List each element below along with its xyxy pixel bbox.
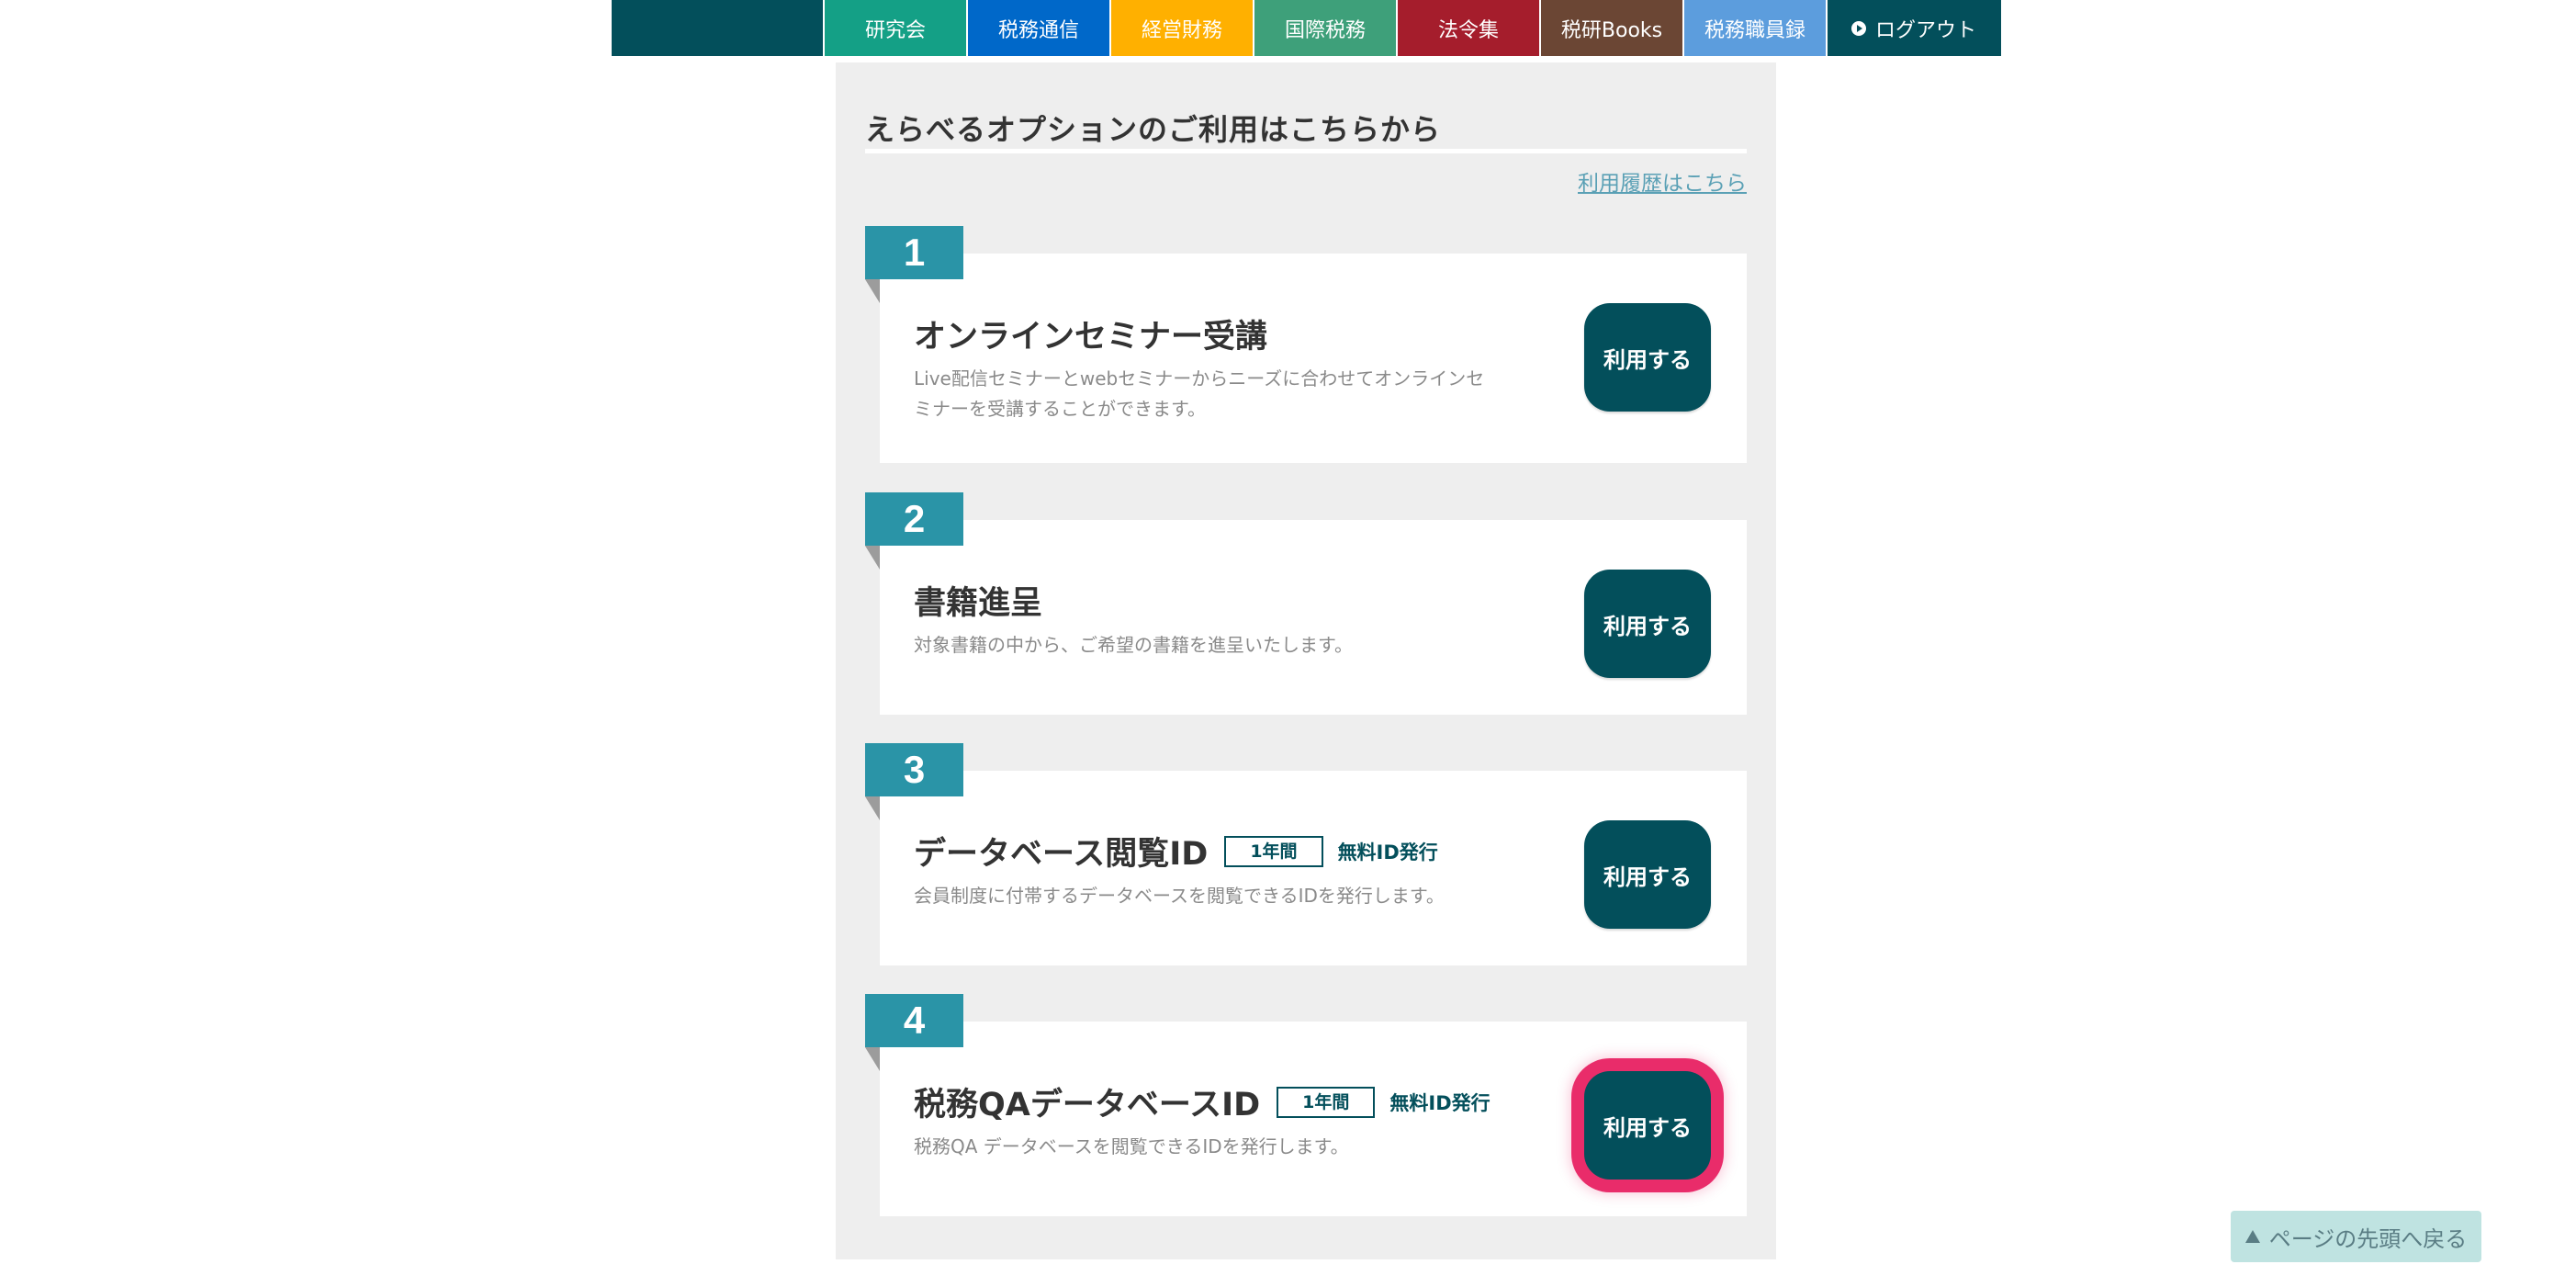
ribbon-fold <box>865 1047 880 1071</box>
nav-tab-zeiken-books[interactable]: 税研Books <box>1539 0 1682 56</box>
nav-tabs: 研究会 税務通信 経営財務 国際税務 法令集 税研Books 税務職員録 ログア… <box>823 0 2000 56</box>
option-card: データベース閲覧ID 1年間 無料ID発行 会員制度に付帯するデータベースを閲覧… <box>880 771 1747 965</box>
use-button-database-id[interactable]: 利用する <box>1584 820 1711 929</box>
option-title-text: データベース閲覧ID <box>914 836 1209 873</box>
option-book-gift: 書籍進呈 対象書籍の中から、ご希望の書籍を進呈いたします。 利用する 2 <box>865 492 1747 717</box>
play-circle-icon <box>1850 20 1866 36</box>
nav-tab-zeimu-tsushin[interactable]: 税務通信 <box>966 0 1109 56</box>
option-number: 4 <box>865 994 963 1047</box>
nav-tab-zeimu-shokuinroku[interactable]: 税務職員録 <box>1682 0 1826 56</box>
arrow-up-icon <box>2244 1230 2260 1243</box>
option-database-id: データベース閲覧ID 1年間 無料ID発行 会員制度に付帯するデータベースを閲覧… <box>865 743 1747 967</box>
free-id-badge: 無料ID発行 <box>1337 841 1438 864</box>
option-title-text: 税務QAデータベースID <box>914 1087 1261 1123</box>
ribbon-fold <box>865 796 880 820</box>
option-number: 3 <box>865 743 963 796</box>
option-description: 税務QA データベースを閲覧できるIDを発行します。 <box>914 1135 1349 1157</box>
brand-area <box>612 0 823 56</box>
use-button-tax-qa-database-id[interactable]: 利用する <box>1584 1071 1711 1180</box>
ribbon-fold <box>865 279 880 303</box>
option-description: 対象書籍の中から、ご希望の書籍を進呈いたします。 <box>914 634 1353 656</box>
usage-history-link[interactable]: 利用履歴はこちら <box>1578 165 1747 197</box>
top-navigation: 研究会 税務通信 経営財務 国際税務 法令集 税研Books 税務職員録 ログア… <box>612 0 2001 56</box>
title-divider <box>865 149 1747 153</box>
free-id-badge: 無料ID発行 <box>1389 1091 1490 1114</box>
option-card: 書籍進呈 対象書籍の中から、ご希望の書籍を進呈いたします。 利用する <box>880 520 1747 715</box>
option-card: オンラインセミナー受講 Live配信セミナーとwebセミナーからニーズに合わせて… <box>880 254 1747 463</box>
nav-tab-kokusai-zeimu[interactable]: 国際税務 <box>1253 0 1396 56</box>
use-button-online-seminar[interactable]: 利用する <box>1584 303 1711 412</box>
option-title: 税務QAデータベースID 1年間 無料ID発行 <box>914 1078 1490 1125</box>
option-description: Live配信セミナーとwebセミナーからニーズに合わせてオンラインセミナーを受講… <box>914 367 1485 420</box>
page-title: えらべるオプションのご利用はこちらから <box>865 112 1442 147</box>
option-description: 会員制度に付帯するデータベースを閲覧できるIDを発行します。 <box>914 885 1445 907</box>
period-badge: 1年間 <box>1224 835 1323 867</box>
option-number: 1 <box>865 226 963 279</box>
option-number: 2 <box>865 492 963 546</box>
logout-button[interactable]: ログアウト <box>1826 0 2000 56</box>
option-title: データベース閲覧ID 1年間 無料ID発行 <box>914 828 1438 875</box>
option-title: 書籍進呈 <box>914 585 1043 622</box>
logout-label: ログアウト <box>1874 18 1976 42</box>
use-button-book-gift[interactable]: 利用する <box>1584 570 1711 678</box>
option-online-seminar: オンラインセミナー受講 Live配信セミナーとwebセミナーからニーズに合わせて… <box>865 226 1747 465</box>
nav-tab-horeishu[interactable]: 法令集 <box>1396 0 1539 56</box>
option-card: 税務QAデータベースID 1年間 無料ID発行 税務QA データベースを閲覧でき… <box>880 1022 1747 1216</box>
period-badge: 1年間 <box>1277 1086 1376 1118</box>
back-to-top-button[interactable]: ページの先頭へ戻る <box>2231 1211 2481 1262</box>
option-tax-qa-database-id: 税務QAデータベースID 1年間 無料ID発行 税務QA データベースを閲覧でき… <box>865 994 1747 1218</box>
option-title: オンラインセミナー受講 <box>914 319 1268 356</box>
nav-tab-keiei-zaimu[interactable]: 経営財務 <box>1109 0 1253 56</box>
options-panel: えらべるオプションのご利用はこちらから 利用履歴はこちら オンラインセミナー受講… <box>836 62 1776 1259</box>
ribbon-fold <box>865 546 880 570</box>
nav-tab-kenkyukai[interactable]: 研究会 <box>823 0 966 56</box>
back-to-top-label: ページの先頭へ戻る <box>2268 1225 2468 1252</box>
